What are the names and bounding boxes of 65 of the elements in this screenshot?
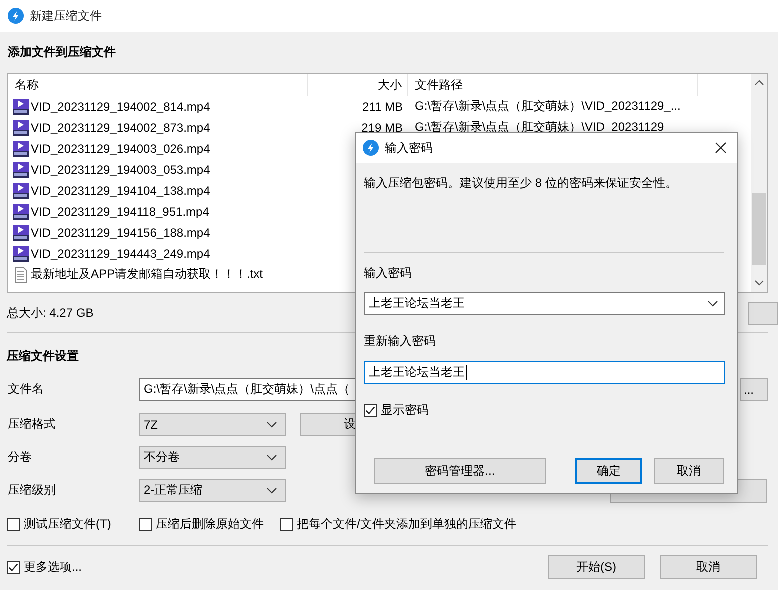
field-label: 压缩格式 [7,416,57,433]
file-name: VID_20231129_194443_249.mp4 [31,246,210,260]
app-icon [363,140,379,156]
column-header[interactable]: 文件路径 [408,74,698,96]
file-name: VID_20231129_194104_138.mp4 [31,184,210,198]
file-path: G:\暂存\新录\点点（肛交萌妹）\VID_20231129_... [414,98,681,115]
file-size: 219 MB [362,120,403,134]
password-input[interactable]: 上老王论坛当老王 [364,361,725,384]
video-file-icon [13,204,29,220]
video-file-icon [13,246,29,262]
password-combo-box[interactable]: 上老王论坛当老王 [364,292,725,315]
column-header[interactable]: 名称 [8,74,308,96]
checkbox-label: 更多选项... [24,558,82,576]
video-file-icon [13,98,29,114]
field-label: 文件名 [7,381,45,398]
ok-button[interactable]: 确定 [575,458,642,484]
file-size: 211 MB [362,100,403,114]
cancel-button[interactable]: 取消 [660,555,757,579]
video-file-icon [13,140,29,156]
check-icon [8,562,19,572]
file-name: VID_20231129_194003_026.mp4 [31,142,210,156]
scroll-down-icon [754,280,764,286]
file-name: VID_20231129_194002_873.mp4 [31,120,210,134]
file-name: VID_20231129_194003_053.mp4 [31,162,210,176]
start-button[interactable]: 开始(S) [548,555,645,579]
password-manager-button[interactable]: 密码管理器... [374,458,546,484]
field-label: 压缩级别 [7,482,57,499]
checkbox[interactable] [139,518,152,530]
video-file-icon [13,162,29,178]
scrollbar[interactable] [751,74,767,292]
check-icon [365,404,376,416]
checkbox-label: 把每个文件/文件夹添加到单独的压缩文件 [297,516,516,532]
field-label: 输入密码 [364,266,413,280]
checkbox[interactable] [364,404,377,416]
window-title: 新建压缩文件 [30,8,102,24]
field-label: 分卷 [7,449,33,466]
dropdown[interactable]: 不分卷 [139,446,286,469]
dialog-message: 输入压缩包密码。建议使用至少 8 位的密码来保证安全性。 [364,176,678,190]
dropdown[interactable]: 2-正常压缩 [139,479,286,502]
app-icon [8,8,24,24]
file-name: VID_20231129_194002_814.mp4 [31,100,210,114]
dialog-title: 输入密码 [385,140,433,156]
checkbox-label: 压缩后删除原始文件 [156,516,264,532]
checkbox[interactable] [7,560,20,574]
file-name: VID_20231129_194156_188.mp4 [31,226,210,240]
video-file-icon [13,120,29,136]
scroll-up-icon [754,80,764,86]
file-name: 最新地址及APP请发邮箱自动获取！！！.txt [31,266,264,283]
section-heading: 压缩文件设置 [7,348,80,364]
text-file-icon [13,266,29,282]
file-name: VID_20231129_194118_951.mp4 [31,204,210,218]
checkbox[interactable] [280,518,293,530]
checkbox[interactable] [7,518,20,530]
browse-button[interactable]: ... [740,378,768,401]
column-header[interactable]: 大小 [308,74,408,96]
checkbox-label: 测试压缩文件(T) [24,516,112,532]
total-size: 总大小: 4.27 GB [7,304,94,322]
video-file-icon [13,224,29,240]
video-file-icon [13,182,29,198]
field-label: 重新输入密码 [364,334,437,348]
checkbox-label: 显示密码 [381,402,429,418]
cancel-button[interactable]: 取消 [654,458,724,484]
section-heading: 添加文件到压缩文件 [7,44,117,60]
dropdown[interactable]: 7Z [139,413,286,436]
close-icon [715,142,727,154]
